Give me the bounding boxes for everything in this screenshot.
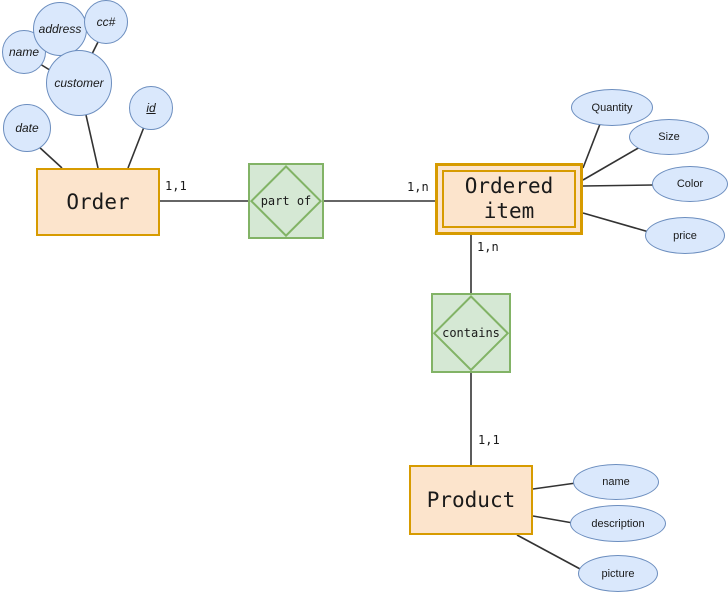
edge-date-order bbox=[37, 145, 63, 169]
relationship-label-wrap-part_of: part of bbox=[250, 165, 322, 237]
edge-ordereditem-size bbox=[582, 146, 641, 181]
relationship-contains[interactable]: contains bbox=[431, 293, 511, 373]
edge-ordereditem-price bbox=[582, 212, 650, 233]
attribute-price[interactable]: price bbox=[645, 217, 725, 254]
attribute-label-id: id bbox=[146, 101, 156, 115]
cardinality-ordereditem-contains: 1,n bbox=[477, 240, 499, 254]
edge-ordereditem-color bbox=[582, 184, 654, 187]
entity-label-product: Product bbox=[426, 487, 516, 512]
attribute-size[interactable]: Size bbox=[629, 119, 709, 155]
attribute-description[interactable]: description bbox=[570, 505, 666, 542]
attribute-label-customer: customer bbox=[54, 76, 104, 90]
attribute-label-quantity: Quantity bbox=[591, 101, 633, 114]
attribute-p_name[interactable]: name bbox=[573, 464, 659, 500]
attribute-label-description: description bbox=[591, 517, 645, 530]
entity-product[interactable]: Product bbox=[409, 465, 533, 535]
relationship-part_of[interactable]: part of bbox=[248, 163, 324, 239]
attribute-label-picture: picture bbox=[601, 567, 635, 580]
er-diagram-canvas: Order Ordered item Product part of contains n… bbox=[0, 0, 728, 592]
entity-inner-border-ordered_item: Ordered item bbox=[442, 170, 576, 228]
relationship-label-part_of: part of bbox=[260, 194, 312, 208]
relationship-label-contains: contains bbox=[442, 326, 500, 340]
attribute-label-p_name: name bbox=[602, 476, 630, 488]
attribute-ccnum[interactable]: cc# bbox=[84, 0, 128, 44]
entity-ordered_item[interactable]: Ordered item bbox=[435, 163, 583, 235]
entity-order[interactable]: Order bbox=[36, 168, 160, 236]
attribute-label-size: Size bbox=[658, 131, 680, 143]
attribute-color[interactable]: Color bbox=[652, 166, 728, 202]
edge-id-order bbox=[127, 126, 145, 169]
edge-product-name bbox=[532, 482, 577, 490]
cardinality-contains-product: 1,1 bbox=[478, 433, 500, 447]
attribute-quantity[interactable]: Quantity bbox=[571, 89, 653, 126]
attribute-label-address: address bbox=[38, 22, 82, 36]
attribute-date[interactable]: date bbox=[3, 104, 51, 152]
edge-ordereditem-quantity bbox=[582, 123, 601, 169]
attribute-id[interactable]: id bbox=[129, 86, 173, 130]
attribute-label-name: name bbox=[8, 45, 40, 59]
attribute-label-color: Color bbox=[676, 178, 704, 190]
relationship-label-wrap-contains: contains bbox=[433, 295, 509, 371]
attribute-address[interactable]: address bbox=[33, 2, 87, 56]
attribute-label-ccnum: cc# bbox=[96, 15, 116, 29]
cardinality-order-partof: 1,1 bbox=[165, 179, 187, 193]
attribute-label-date: date bbox=[15, 121, 39, 135]
attribute-picture[interactable]: picture bbox=[578, 555, 658, 592]
entity-label-order: Order bbox=[66, 189, 130, 214]
edge-product-description bbox=[532, 515, 574, 524]
attribute-label-price: price bbox=[673, 229, 697, 242]
cardinality-partof-ordereditem: 1,n bbox=[407, 180, 429, 194]
edge-customer-order bbox=[85, 114, 99, 169]
entity-label-ordered_item: Ordered item bbox=[464, 174, 554, 223]
edge-product-picture bbox=[516, 534, 583, 571]
attribute-customer[interactable]: customer bbox=[46, 50, 112, 116]
